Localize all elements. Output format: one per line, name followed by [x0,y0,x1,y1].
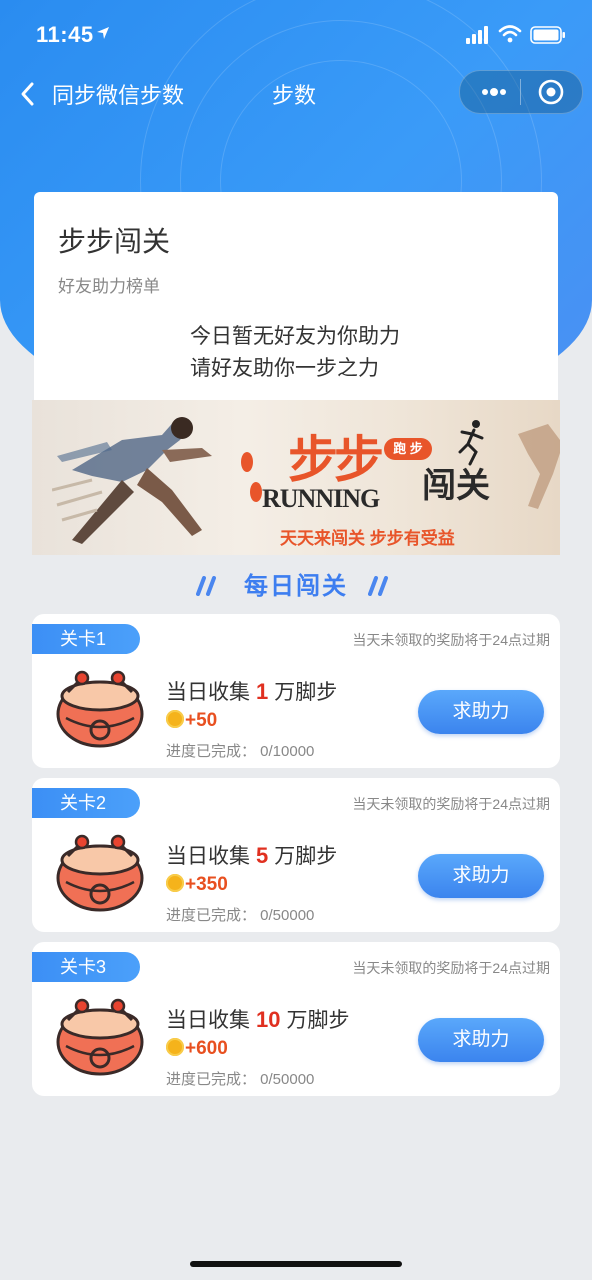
level-card: 关卡2 当天未领取的奖励将于24点过期 当日收集 5 万脚步 +350 进度已完成：… [32,778,560,932]
goal-text: 当日收集 10 万脚步 [166,1004,349,1034]
expire-note: 当天未领取的奖励将于24点过期 [352,632,550,648]
level-tag: 关卡2 [32,788,140,818]
drum-icon [56,834,144,912]
goal-prefix: 当日收集 [166,845,250,868]
status-bar: 11:45 [0,0,592,70]
promo-banner: 步步 跑 步 闯关 RUNNING 天天来闯关 步步有受益 [32,400,560,555]
coin-icon [166,874,184,892]
banner-title-main: 步步 [288,432,384,488]
expire-note: 当天未领取的奖励将于24点过期 [352,960,550,976]
battery-icon [530,26,565,44]
banner-badge: 跑 步 [384,438,432,460]
slash-decor-icon [196,576,216,596]
level-tag: 关卡1 [32,624,140,654]
capsule-divider [520,79,521,105]
location-arrow-icon [97,27,109,39]
coin-icon [166,710,184,728]
card-subtitle: 好友助力榜单 [58,277,160,296]
slash-decor-icon [368,576,388,596]
progress-text: 进度已完成： 0/50000 [166,907,315,924]
page-title: 步数 [272,83,317,108]
goal-text: 当日收集 1 万脚步 [166,676,337,706]
goal-suffix: 万脚步 [274,681,338,704]
back-button[interactable]: 同步微信步数 [52,78,184,110]
goal-suffix: 万脚步 [286,1009,350,1032]
drum-icon [56,998,144,1076]
nav-bar: 同步微信步数 步数 [0,70,592,122]
section-heading: 每日闯关 [0,566,592,606]
banner-slogan: 天天来闯关 步步有受益 [280,529,455,548]
progress-text: 进度已完成： 0/50000 [166,1071,315,1088]
banner-title-sub: 闯关 [422,467,490,505]
empty-hint: 请好友助你一步之力 [190,357,379,380]
section-title: 每日闯关 [244,573,348,600]
ask-help-button[interactable]: 求助力 [418,854,544,898]
expire-note: 当天未领取的奖励将于24点过期 [352,796,550,812]
drum-icon [56,670,144,748]
reward: +600 [166,1038,228,1062]
reward: +50 [166,710,217,734]
status-time: 11:45 [36,22,94,47]
card-title: 步步闯关 [58,226,171,257]
footprint-icon [241,452,262,502]
empty-message: 今日暂无好友为你助力 [190,325,400,348]
goal-number: 5 [256,843,269,868]
level-card: 关卡1 当天未领取的奖励将于24点过期 当日收集 1 万脚步 +50 进度已完成： … [32,614,560,768]
signal-icon [466,26,488,44]
reward-amount: +600 [185,1038,228,1059]
ask-help-button[interactable]: 求助力 [418,690,544,734]
goal-number: 1 [256,679,269,704]
reward-amount: +350 [185,874,228,895]
reward-amount: +50 [185,710,218,731]
level-card: 关卡3 当天未领取的奖励将于24点过期 当日收集 10 万脚步 +600 进度已完成… [32,942,560,1096]
runner-illustration-2 [518,424,560,509]
goal-suffix: 万脚步 [274,845,338,868]
more-dots-icon[interactable] [478,79,510,105]
friend-help-card: 步步闯关 好友助力榜单 今日暂无好友为你助力 请好友助你一步之力 [34,192,558,402]
banner-running-text: RUNNING [262,484,380,513]
target-circle-icon[interactable] [536,77,566,107]
miniprogram-capsule [459,70,583,114]
home-indicator[interactable] [190,1261,402,1267]
reward: +350 [166,874,228,898]
progress-text: 进度已完成： 0/10000 [166,743,315,760]
wifi-icon [498,25,522,43]
goal-prefix: 当日收集 [166,681,250,704]
goal-prefix: 当日收集 [166,1009,250,1032]
chevron-left-icon[interactable] [18,80,38,108]
goal-text: 当日收集 5 万脚步 [166,840,337,870]
runner-illustration [52,417,212,544]
ask-help-button[interactable]: 求助力 [418,1018,544,1062]
goal-number: 10 [256,1007,281,1032]
coin-icon [166,1038,184,1056]
level-tag: 关卡3 [32,952,140,982]
